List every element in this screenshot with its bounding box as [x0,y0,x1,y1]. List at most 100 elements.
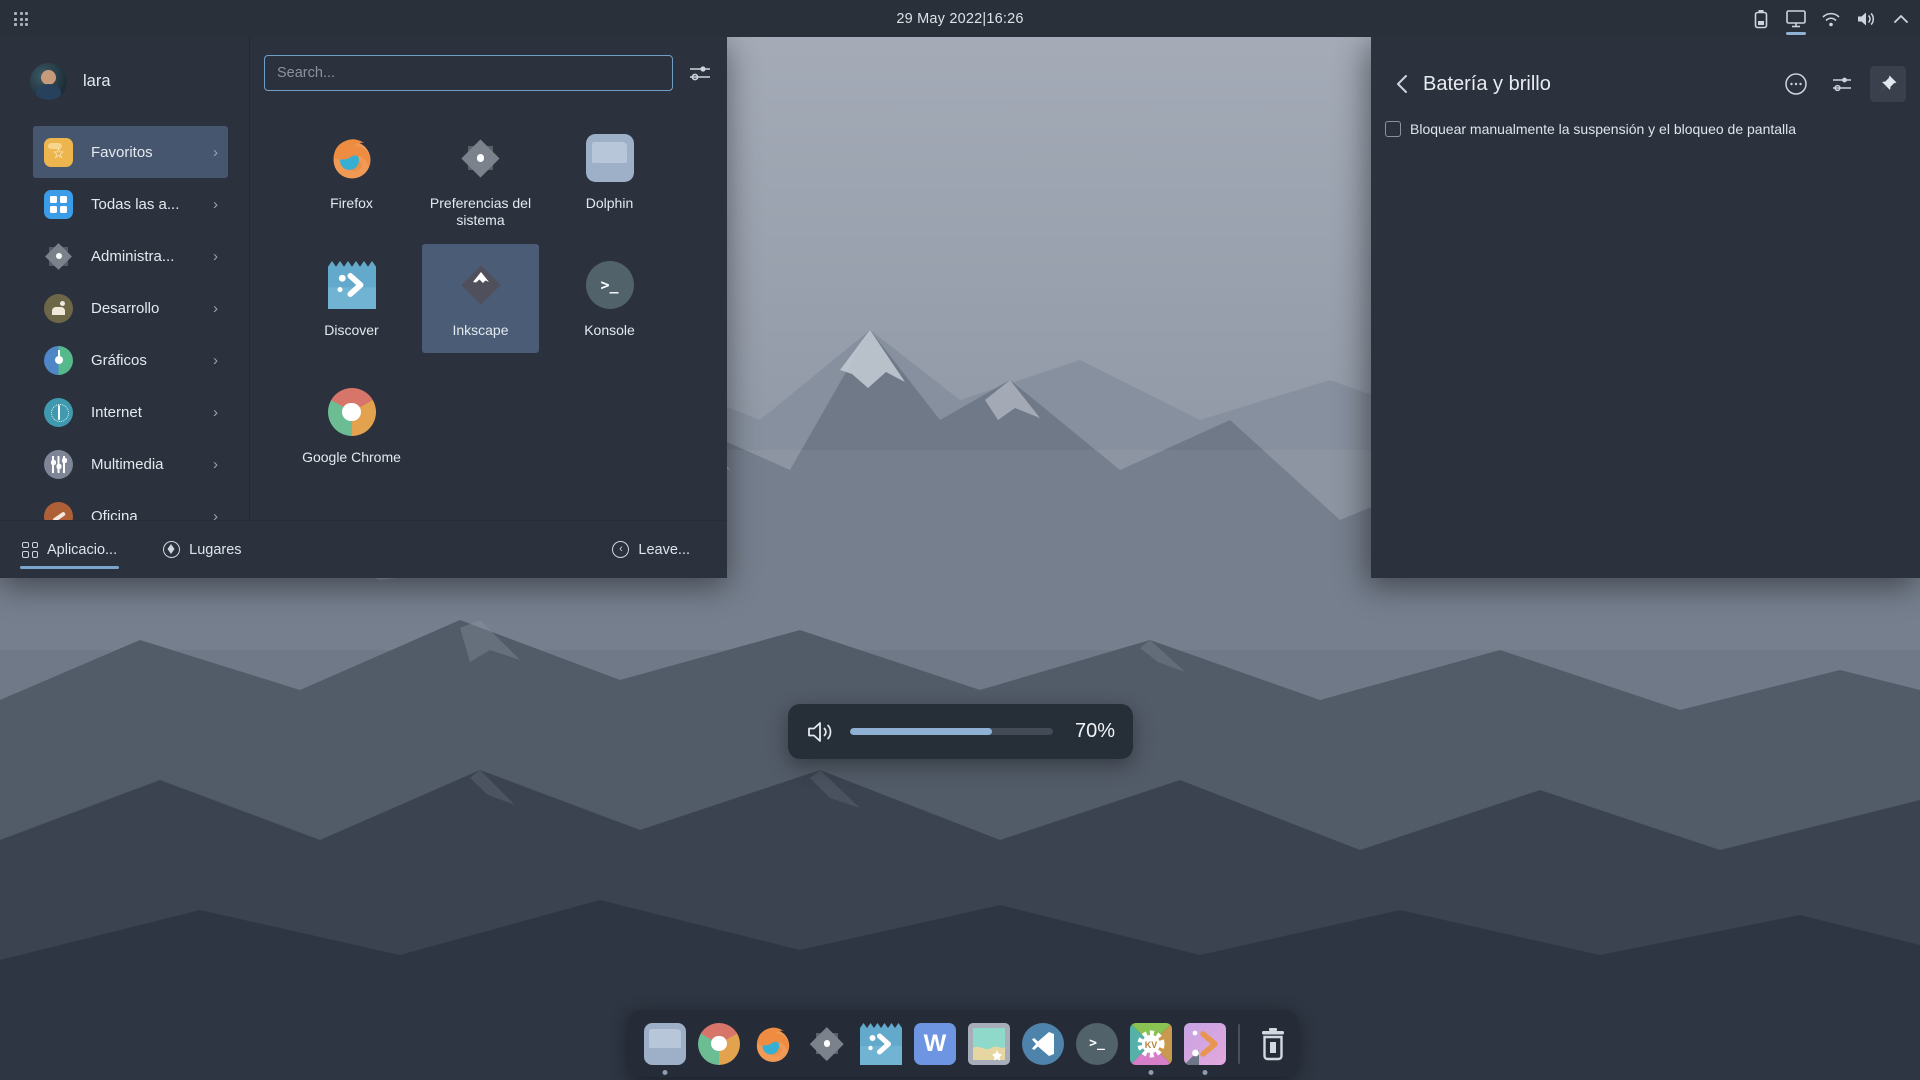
dock-item-word[interactable]: W [914,1023,956,1065]
chevron-right-icon: › [213,248,218,265]
running-indicator [663,1070,668,1075]
chevron-right-icon: › [213,144,218,161]
battery-tray-icon[interactable] [1750,0,1772,37]
office-icon [44,502,73,521]
running-indicator [1149,1070,1154,1075]
leave-icon: ‹ [612,541,629,558]
manual-lock-row: Bloquear manualmente la suspensión y el … [1385,121,1796,137]
system-tray [1750,0,1912,37]
wifi-icon[interactable] [1820,0,1842,37]
dock-item-discover[interactable] [860,1023,902,1065]
manual-lock-label: Bloquear manualmente la suspensión y el … [1410,121,1796,137]
configure-button[interactable] [1824,66,1860,102]
dock-item-vscode[interactable] [1022,1023,1064,1065]
battery-brightness-panel: Batería y brillo Bloquear manualmente la… [1371,37,1920,578]
tab-applications[interactable]: Aplicacio... [22,542,117,558]
volume-osd-bar [850,728,1053,735]
google-chrome-icon [698,1023,740,1065]
sidebar-item-oficina[interactable]: Oficina › [33,490,228,520]
chevron-right-icon: › [213,300,218,317]
dock-item-plasma-arrow-app[interactable] [1184,1023,1226,1065]
clock[interactable]: 29 May 2022|16:26 [0,0,1920,37]
dock-item-kvantum[interactable]: KV [1130,1023,1172,1065]
launcher-footer: Aplicacio... Lugares ‹ Leave... [0,520,727,578]
dock-item-gwenview[interactable] [968,1023,1010,1065]
system-administration-icon [44,242,73,271]
launcher-apps-pane: Firefox Preferencias del sistema Dolphin [250,37,727,520]
sidebar-item-favoritos[interactable]: Favoritos › [33,126,228,178]
sidebar-item-administracion[interactable]: Administra... › [33,230,228,282]
back-button[interactable] [1389,71,1415,97]
app-discover[interactable]: Discover [293,244,410,353]
chevron-right-icon: › [213,508,218,521]
app-konsole[interactable]: >_ Konsole [551,244,668,353]
app-dolphin[interactable]: Dolphin [551,117,668,226]
tab-places[interactable]: Lugares [163,541,241,558]
dock-separator [1238,1024,1240,1064]
vscode-icon [1022,1023,1064,1065]
system-settings-icon [806,1023,848,1065]
chevron-right-icon: › [213,352,218,369]
trash-icon [1252,1023,1294,1065]
expand-tray-icon[interactable] [1890,0,1912,37]
pin-button[interactable] [1870,66,1906,102]
dock-item-system-settings[interactable] [806,1023,848,1065]
graphics-icon [44,346,73,375]
search-input[interactable] [264,55,673,91]
dock-item-dolphin[interactable] [644,1023,686,1065]
user-avatar[interactable] [30,63,67,100]
development-icon [44,294,73,323]
running-indicator [1203,1070,1208,1075]
manual-lock-checkbox[interactable] [1385,121,1401,137]
application-launcher: lara Favoritos › Todas las a... › [0,37,727,578]
top-panel: 29 May 2022|16:26 [0,0,1920,37]
sidebar-item-internet[interactable]: Internet › [33,386,228,438]
sidebar-item-multimedia[interactable]: Multimedia › [33,438,228,490]
konsole-icon: >_ [1076,1023,1118,1065]
firefox-icon [328,134,376,182]
word-icon: W [914,1023,956,1065]
app-firefox[interactable]: Firefox [293,117,410,226]
kvantum-icon: KV [1130,1023,1172,1065]
volume-osd: 70% [788,704,1133,759]
dolphin-icon [644,1023,686,1065]
image-viewer-icon [968,1023,1010,1065]
user-row: lara [0,37,249,126]
app-grid: Firefox Preferencias del sistema Dolphin [293,117,668,498]
chevron-right-icon: › [213,404,218,421]
multimedia-icon [44,450,73,479]
active-tray-indicator [1786,32,1806,35]
dock-item-konsole[interactable]: >_ [1076,1023,1118,1065]
sidebar-item-todas-las-aplicaciones[interactable]: Todas las a... › [33,178,228,230]
app-google-chrome[interactable]: Google Chrome [293,371,410,480]
dolphin-icon [586,134,634,182]
favorites-folder-icon [44,138,73,167]
sidebar-item-desarrollo[interactable]: Desarrollo › [33,282,228,334]
discover-icon [860,1023,902,1065]
google-chrome-icon [328,388,376,436]
display-tray-icon[interactable] [1785,0,1807,37]
discover-icon [328,261,376,309]
panel-title: Batería y brillo [1423,73,1551,96]
user-name: lara [83,72,111,91]
dock-item-trash[interactable] [1252,1023,1294,1065]
desktop: 29 May 2022|16:26 [0,0,1920,1080]
dock-item-google-chrome[interactable] [698,1023,740,1065]
firefox-icon [752,1023,794,1065]
filter-icon[interactable] [687,60,713,86]
more-options-button[interactable] [1778,66,1814,102]
applications-tab-icon [22,542,38,558]
dock-item-firefox[interactable] [752,1023,794,1065]
app-inkscape[interactable]: Inkscape [422,244,539,353]
sidebar-item-graficos[interactable]: Gráficos › [33,334,228,386]
konsole-icon: >_ [586,261,634,309]
plasma-arrow-app-icon [1184,1023,1226,1065]
category-list: Favoritos › Todas las a... › Administra.… [0,126,249,520]
system-settings-icon [457,134,505,182]
speaker-icon [806,719,836,745]
internet-icon [44,398,73,427]
volume-tray-icon[interactable] [1855,0,1877,37]
leave-button[interactable]: ‹ Leave... [612,541,690,558]
app-preferencias-del-sistema[interactable]: Preferencias del sistema [422,117,539,226]
chevron-right-icon: › [213,196,218,213]
